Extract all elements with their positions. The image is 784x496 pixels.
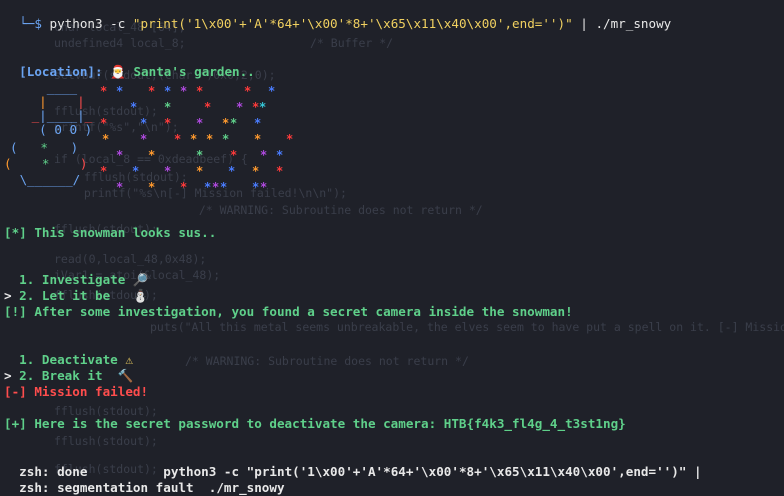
menu2-option-break: 2. Break it 🔨 <box>4 352 133 384</box>
star-icon: * <box>220 180 228 194</box>
star-icon: * <box>276 164 284 178</box>
ghost-line: fflush(stdout); <box>54 434 158 448</box>
star-icon: * <box>196 164 204 178</box>
prompt-glyph: └─$ <box>19 16 42 31</box>
snowman-icon: ⛄ <box>132 288 149 303</box>
snowman-brim: _|____|_ <box>24 108 93 123</box>
location-line: [Location]: 🎅 Santa's garden.. <box>4 48 255 80</box>
command-string: "print('1\x00'+'A'*64+'\x00'*8+'\x65\x11… <box>132 16 573 31</box>
star-icon: * <box>148 84 156 98</box>
found-camera-message: [!] After some investigation, you found … <box>4 304 573 319</box>
star-icon: * <box>148 148 156 162</box>
star-icon: * <box>222 116 230 130</box>
ghost-line: puts("All this metal seems unbreakable, … <box>150 320 784 334</box>
star-icon: * <box>276 148 284 162</box>
snowman-body-1: ( * ) <box>10 140 79 155</box>
star-icon: * <box>228 164 236 178</box>
star-icon: * <box>116 180 124 194</box>
star-icon: * <box>286 132 294 146</box>
star-icon: * <box>268 84 276 98</box>
zsh-segfault-line: zsh: segmentation fault ./mr_snowy <box>4 464 285 496</box>
star-icon: * <box>164 100 172 114</box>
star-icon: * <box>132 164 140 178</box>
star-icon: * <box>148 180 156 194</box>
star-icon: * <box>140 116 148 130</box>
location-text: Santa's garden.. <box>133 64 255 79</box>
star-icon: * <box>236 100 244 114</box>
star-icon: * <box>174 132 182 146</box>
secret-password-message: [+] Here is the secret password to deact… <box>4 416 626 431</box>
star-icon: * <box>164 164 172 178</box>
star-icon: * <box>164 84 172 98</box>
menu1-option-let-it-be: 2. Let it be ⛄ <box>4 272 149 304</box>
star-icon: * <box>190 132 198 146</box>
star-icon: * <box>230 148 238 162</box>
location-label: [Location]: <box>19 64 103 79</box>
zsh-segfault-command: ./mr_snowy <box>208 480 285 495</box>
star-icon: * <box>116 148 124 162</box>
star-icon: * <box>196 148 204 162</box>
snowman-body-2: ( * ) <box>4 156 88 171</box>
command-pipe: | <box>572 16 596 31</box>
star-icon: * <box>222 132 230 146</box>
input-prompt: > <box>4 288 12 303</box>
star-icon: * <box>252 180 260 194</box>
star-icon: * <box>180 180 188 194</box>
command-prefix: python3 -c <box>49 16 133 31</box>
snowman-hat-top: ____ <box>24 80 78 95</box>
zsh-segfault-label: zsh: segmentation fault <box>19 480 194 495</box>
star-icon: * <box>140 132 148 146</box>
snowman-base: \______/ <box>12 172 81 187</box>
star-icon: * <box>180 84 188 98</box>
menu2-option2-label: 2. Break it <box>19 368 103 383</box>
hammer-icon: 🔨 <box>117 368 134 383</box>
input-prompt: > <box>4 368 12 383</box>
star-icon: * <box>100 116 108 130</box>
star-icon: * <box>260 180 268 194</box>
star-icon: * <box>102 132 110 146</box>
star-icon: * <box>252 164 260 178</box>
snowman-hat: | | <box>24 94 85 109</box>
star-icon: * <box>254 116 262 130</box>
ghost-line: /* WARNING: Subroutine does not return *… <box>185 354 469 368</box>
mission-failed-message: [-] Mission failed! <box>4 384 149 399</box>
suspicious-message: [*] This snowman looks sus.. <box>4 225 217 240</box>
santa-emoji-icon: 🎅 <box>110 64 126 79</box>
star-icon: * <box>260 148 268 162</box>
star-icon: * <box>244 84 252 98</box>
star-icon: * <box>204 100 212 114</box>
star-icon: * <box>206 132 214 146</box>
star-icon: * <box>254 132 262 146</box>
star-icon: * <box>259 100 267 114</box>
ghost-line: /* WARNING: Subroutine does not return *… <box>185 203 483 217</box>
command-program: ./mr_snowy <box>595 16 672 31</box>
snowman-face: ( 0 0 ) <box>24 122 93 137</box>
star-icon: * <box>116 84 124 98</box>
command-line: └─$ python3 -c "print('1\x00'+'A'*64+'\x… <box>4 0 671 32</box>
star-icon: * <box>204 180 212 194</box>
menu1-option2-label: 2. Let it be <box>19 288 111 303</box>
star-icon: * <box>130 100 138 114</box>
star-icon: * <box>100 164 108 178</box>
star-icon: * <box>196 116 204 130</box>
star-icon: * <box>196 84 204 98</box>
star-icon: * <box>164 116 172 130</box>
star-icon: * <box>100 84 108 98</box>
star-icon: * <box>212 180 220 194</box>
ghost-line: /* Buffer */ <box>310 36 394 50</box>
star-icon: * <box>230 116 238 130</box>
